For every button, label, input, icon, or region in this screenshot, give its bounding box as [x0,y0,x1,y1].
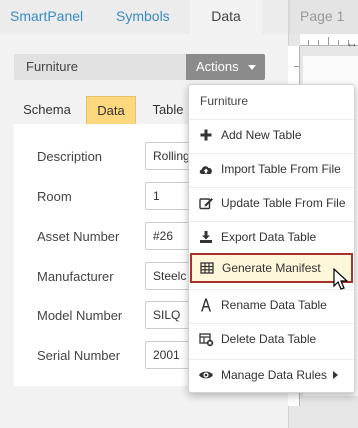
menu-item-manage-data-rules[interactable]: Manage Data Rules [189,359,354,389]
download-icon [200,231,212,243]
model-number-field[interactable]: SILQ [145,301,190,329]
menu-item-export-table[interactable]: Export Data Table [189,221,354,251]
subtab-data[interactable]: Data [86,96,136,124]
delete-table-icon [199,333,214,347]
menu-item-label: Manage Data Rules [221,368,328,382]
top-tab-bar: SmartPanel Symbols Data X Page 1 [0,0,358,34]
menu-item-label: Import Table From File [221,162,341,176]
menu-item-rename-table[interactable]: Rename Data Table [189,289,354,319]
actions-button-label: Actions [196,59,239,74]
menu-item-import-table[interactable]: Import Table From File [189,153,354,183]
subtab-schema[interactable]: Schema [20,96,74,124]
actions-button[interactable]: Actions [186,54,265,80]
edit-icon [199,198,213,210]
asset-number-field[interactable]: #26 [145,222,190,250]
plus-icon [200,129,212,141]
menu-item-label: Generate Manifest [222,261,321,275]
field-label-room: Room [37,189,72,204]
description-field[interactable]: Rolling [145,142,190,170]
table-selector-label: Furniture [26,59,79,74]
field-label-model-number: Model Number [37,308,123,323]
menu-item-generate-manifest[interactable]: Generate Manifest [190,253,353,283]
field-label-serial-number: Serial Number [37,348,121,363]
menu-item-add-new-table[interactable]: Add New Table [189,119,354,149]
menu-item-label: Update Table From File [221,196,346,210]
tab-symbols[interactable]: Symbols [116,0,170,34]
menu-header: Furniture [200,94,249,108]
field-label-description: Description [37,149,103,164]
caret-down-icon [248,65,256,70]
room-field[interactable]: 1 [145,182,190,210]
text-a-icon [201,298,211,312]
table-grid-icon [200,262,214,274]
tab-data[interactable]: Data [190,0,262,34]
actions-dropdown-menu: Furniture Add New Table Import Table Fro… [188,84,355,393]
page-tab[interactable]: Page 1 [290,0,358,34]
manufacturer-field[interactable]: Steelc [145,262,190,290]
mouse-cursor-icon [333,268,349,290]
menu-item-label: Export Data Table [221,230,317,244]
menu-item-update-table[interactable]: Update Table From File [189,187,354,217]
menu-item-delete-table[interactable]: Delete Data Table [189,323,354,353]
cloud-upload-icon [199,166,212,174]
field-label-manufacturer: Manufacturer [37,269,114,284]
menu-item-label: Delete Data Table [221,332,317,346]
subtab-table[interactable]: Table [146,96,190,124]
eye-icon [199,371,213,379]
chevron-right-icon [333,371,338,379]
field-label-asset-number: Asset Number [37,229,120,244]
serial-number-field[interactable]: 2001 [145,341,190,369]
menu-item-label: Rename Data Table [221,298,327,312]
double-arrow-icon[interactable]: ↔ [346,36,358,50]
menu-item-label: Add New Table [221,128,302,142]
tab-smartpanel[interactable]: SmartPanel [10,0,83,34]
